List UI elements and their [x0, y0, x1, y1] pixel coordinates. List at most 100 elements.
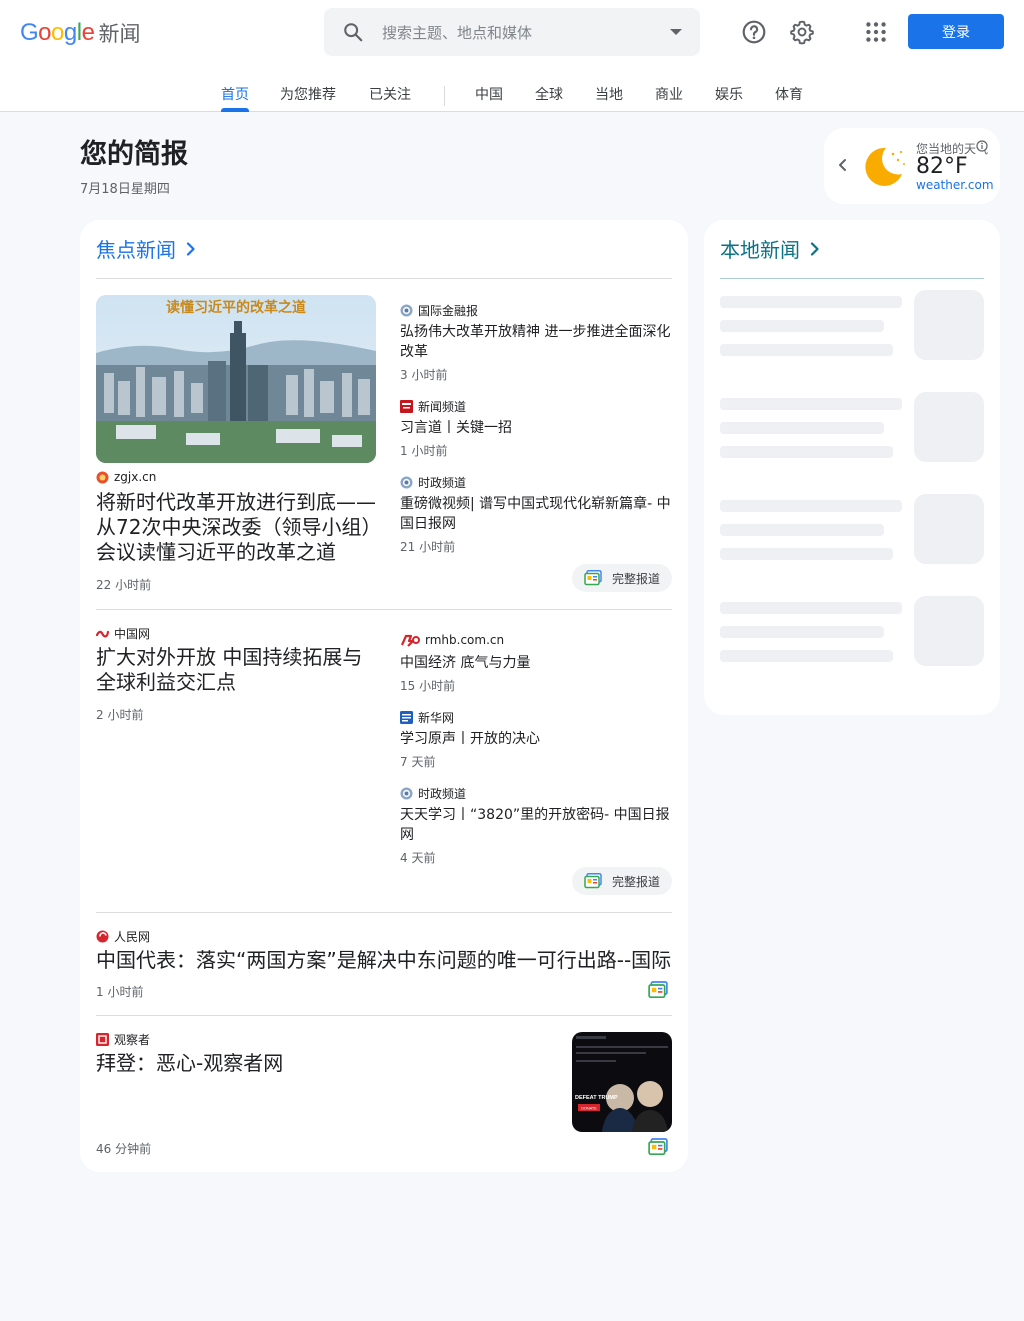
login-button[interactable]: 登录 — [908, 14, 1004, 49]
story-source[interactable]: 观察者 — [96, 1031, 150, 1048]
top-nav: 首页 为您推荐 已关注 中国 全球 当地 商业 娱乐 体育 — [0, 78, 1024, 112]
full-coverage-button[interactable]: 完整报道 — [572, 867, 673, 895]
help-icon[interactable] — [741, 19, 767, 45]
tab-sports[interactable]: 体育 — [775, 84, 803, 104]
related-source[interactable]: rmhb.com.cn — [400, 633, 504, 647]
source-people-icon — [96, 930, 109, 943]
source-globe-icon — [400, 304, 413, 317]
chevron-right-icon — [186, 241, 195, 256]
full-coverage-icon — [584, 570, 602, 586]
full-coverage-label: 完整报道 — [612, 874, 661, 889]
city-skyline-image: 读懂习近平的改革之道 — [96, 295, 376, 463]
moon-icon — [865, 147, 905, 186]
related-headline[interactable]: 天天学习丨“3820”里的开放密码- 中国日报网 — [400, 805, 674, 845]
story-time: 46 分钟前 — [96, 1142, 152, 1156]
image-caption: 读懂习近平的改革之道 — [166, 299, 306, 316]
local-news-link[interactable]: 本地新闻 — [720, 234, 820, 263]
source-name: rmhb.com.cn — [425, 633, 505, 647]
source-rmhb-icon — [400, 634, 420, 647]
divider — [96, 609, 672, 610]
tab-for-you[interactable]: 为您推荐 — [280, 84, 336, 104]
google-wordmark: Google — [20, 19, 95, 46]
full-coverage-label: 完整报道 — [612, 571, 661, 586]
source-guancha-icon — [96, 1033, 109, 1046]
related-time: 3 小时前 — [400, 368, 448, 382]
app-header: Google 新闻 搜索主题、地点和媒体 登录 首页 为您推荐 已关注 中国 全… — [0, 0, 1024, 112]
thumbnail-caption: DEFEAT TRUMP — [575, 1095, 618, 1101]
tab-following[interactable]: 已关注 — [369, 84, 411, 104]
search-icon — [344, 23, 363, 42]
source-globe-icon — [400, 787, 413, 800]
story-time: 1 小时前 — [96, 985, 144, 999]
search-placeholder: 搜索主题、地点和媒体 — [382, 24, 533, 42]
related-source[interactable]: 时政频道 — [400, 785, 466, 802]
source-name: 时政频道 — [418, 476, 467, 490]
related-headline[interactable]: 中国经济 底气与力量 — [400, 653, 674, 673]
active-tab-indicator — [221, 108, 249, 112]
related-time: 4 天前 — [400, 851, 436, 865]
source-news-channel-icon — [400, 400, 413, 413]
story-headline[interactable]: 中国代表：落实“两国方案”是解决中东问题的唯一可行出路--国际 — [96, 948, 676, 973]
tab-entertainment[interactable]: 娱乐 — [715, 84, 743, 104]
story-headline[interactable]: 扩大对外开放 中国持续拓展与全球利益交汇点 — [96, 645, 376, 695]
chevron-left-icon[interactable] — [836, 157, 850, 173]
weather-source-link[interactable]: weather.com — [916, 178, 994, 192]
weather-temperature: 82°F — [916, 154, 968, 179]
full-coverage-icon — [584, 873, 602, 889]
thumbnail-image: DEFEAT TRUMP DONATE — [572, 1032, 672, 1132]
weather-card[interactable]: 您当地的天气 82°F weather.com — [824, 128, 1000, 204]
related-headline[interactable]: 学习原声丨开放的决心 — [400, 729, 674, 749]
tab-world[interactable]: 全球 — [535, 84, 563, 104]
source-name: 新华网 — [418, 711, 455, 725]
related-headline[interactable]: 重磅微视频| 谱写中国式现代化崭新篇章- 中国日报网 — [400, 494, 674, 534]
story-time: 22 小时前 — [96, 578, 152, 592]
local-news-heading: 本地新闻 — [720, 238, 800, 262]
related-time: 7 天前 — [400, 755, 436, 769]
full-coverage-button[interactable]: 完整报道 — [572, 564, 673, 592]
related-source[interactable]: 国际金融报 — [400, 302, 478, 319]
related-time: 21 小时前 — [400, 540, 456, 554]
source-xinhua-icon — [400, 711, 413, 724]
story-image-reform[interactable]: 读懂习近平的改革之道 — [96, 295, 376, 463]
related-headline[interactable]: 弘扬伟大改革开放精神 进一步推进全面深化改革 — [400, 322, 674, 362]
info-icon[interactable] — [976, 140, 988, 152]
chevron-down-icon[interactable] — [670, 29, 682, 35]
google-news-logo[interactable]: Google 新闻 — [20, 18, 140, 48]
story-source[interactable]: 中国网 — [96, 625, 150, 642]
source-china-net-icon — [96, 630, 109, 638]
full-coverage-icon[interactable] — [648, 1138, 668, 1156]
nav-divider — [444, 86, 445, 106]
source-zgjx-icon — [96, 471, 109, 483]
divider — [720, 278, 984, 279]
top-stories-link[interactable]: 焦点新闻 — [96, 234, 196, 263]
source-name: 观察者 — [114, 1033, 151, 1047]
related-source[interactable]: 新闻频道 — [400, 398, 466, 415]
story-source[interactable]: 人民网 — [96, 928, 150, 945]
tab-local[interactable]: 当地 — [595, 84, 623, 104]
related-source[interactable]: 新华网 — [400, 709, 454, 726]
source-name: 中国网 — [114, 627, 151, 641]
page-title: 您的简报 — [80, 139, 188, 170]
story-headline[interactable]: 拜登：恶心-观察者网 — [96, 1051, 556, 1076]
divider — [96, 1015, 672, 1016]
news-wordmark: 新闻 — [98, 22, 141, 46]
gear-icon[interactable] — [789, 19, 815, 45]
related-headline[interactable]: 习言道丨关键一招 — [400, 418, 674, 438]
story-source[interactable]: zgjx.cn — [96, 470, 156, 484]
search-bar[interactable]: 搜索主题、地点和媒体 — [324, 8, 700, 56]
story-thumbnail[interactable]: DEFEAT TRUMP DONATE — [572, 1032, 672, 1132]
full-coverage-icon[interactable] — [648, 981, 668, 999]
source-name: 新闻频道 — [418, 400, 467, 414]
divider — [96, 278, 672, 279]
tab-business[interactable]: 商业 — [655, 84, 683, 104]
apps-grid-icon[interactable] — [863, 19, 889, 45]
related-time: 1 小时前 — [400, 444, 448, 458]
tab-china[interactable]: 中国 — [475, 84, 503, 104]
top-stories-card: 焦点新闻 读懂习近平的改革之道 zgjx.cn 将新时代改革开放进行到底——从7… — [80, 220, 688, 1172]
page-date: 7月18日星期四 — [80, 182, 170, 197]
source-name: 时政频道 — [418, 787, 467, 801]
tab-home[interactable]: 首页 — [221, 84, 249, 104]
top-stories-heading: 焦点新闻 — [96, 238, 176, 262]
story-headline[interactable]: 将新时代改革开放进行到底——从72次中央深改委（领导小组）会议读懂习近平的改革之… — [96, 490, 380, 565]
related-source[interactable]: 时政频道 — [400, 474, 466, 491]
